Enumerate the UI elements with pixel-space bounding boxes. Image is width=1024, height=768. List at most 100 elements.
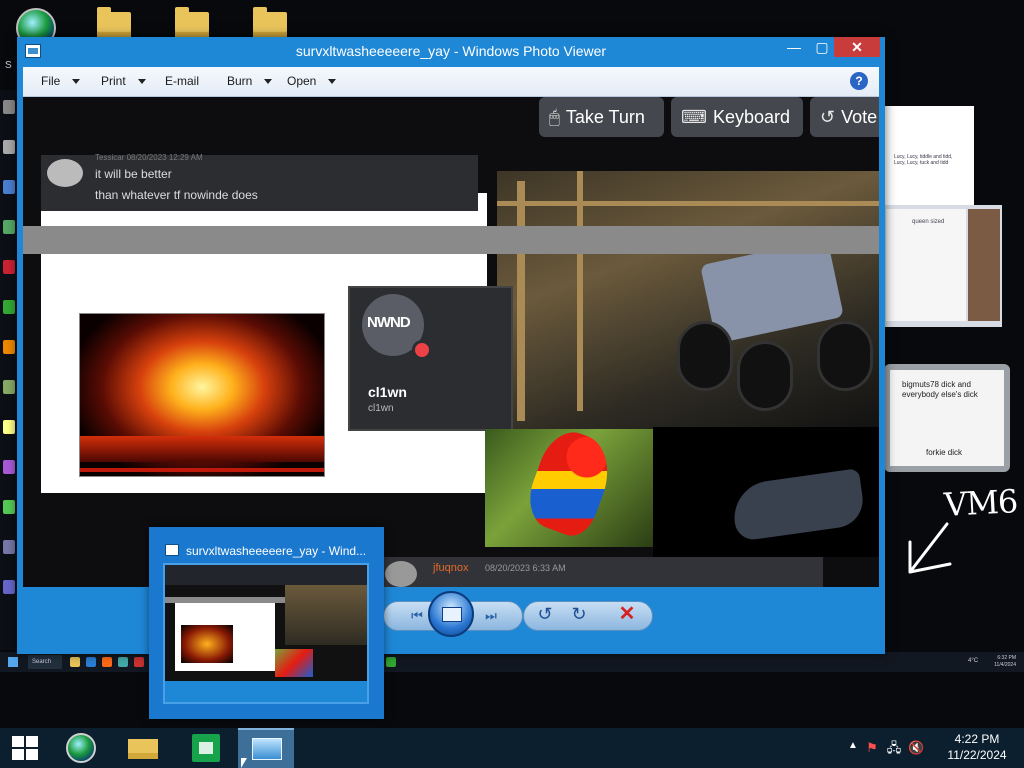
chat-date: 08/20/2023 6:33 AM <box>485 563 566 573</box>
delete-button[interactable]: ✕ <box>615 602 639 626</box>
thumb-toolbar <box>165 565 367 585</box>
button-label: Vote <box>841 107 878 127</box>
avatar <box>385 561 417 587</box>
image-view: 🖱 Take Turn ⌨ Keyboard ↺ Vote Tessicar 08/2… <box>23 97 879 587</box>
maximize-button[interactable]: ▢ <box>809 37 835 57</box>
caret-down-icon <box>328 79 337 85</box>
background-document: Lucy, Lucy, tiddle and tidd, Lucy, Lucy,… <box>884 106 974 206</box>
inner-app-icon[interactable] <box>3 340 15 354</box>
background-window: queen sized <box>884 205 1002 327</box>
desktop-folder-icon[interactable] <box>250 4 290 40</box>
rotate-counterclockwise-button[interactable]: ↺ <box>533 602 557 626</box>
explosion-ground <box>80 436 324 472</box>
clock-time: 4:22 PM <box>954 732 1000 746</box>
truck-wheel <box>677 321 733 391</box>
profile-card: NWND cl1wn cl1wn <box>348 286 513 431</box>
inner-app-icon[interactable] <box>3 580 15 594</box>
inner-firefox-icon[interactable] <box>102 657 112 667</box>
menu-print[interactable]: Print <box>101 67 146 96</box>
inner-app-icon[interactable] <box>3 220 15 234</box>
thumbnail-image[interactable] <box>163 563 369 704</box>
taskbar: ▲ ⚑ 🖧 🔇 4:22 PM 11/22/2024 <box>0 728 1024 768</box>
inner-search-box[interactable]: Search <box>28 655 62 669</box>
clock-date: 11/22/2024 <box>947 748 1007 762</box>
vm-label: VM6 <box>943 482 1019 524</box>
keyboard-button: ⌨ Keyboard <box>671 97 803 137</box>
inner-app-icon[interactable] <box>3 140 15 154</box>
thumbnail-title: survxltwasheeeeere_yay - Wind... <box>186 544 367 558</box>
menu-burn[interactable]: Burn <box>227 67 273 96</box>
network-icon[interactable]: 🖧 <box>886 740 902 756</box>
inner-app-icon[interactable] <box>3 380 15 394</box>
document-caption: Lucy, Lucy, tiddle and tidd, Lucy, Lucy,… <box>894 154 953 166</box>
profile-name: cl1wn <box>368 384 407 400</box>
inner-app-icon[interactable] <box>118 657 128 667</box>
title-bar[interactable]: survxltwasheeeeere_yay - Windows Photo V… <box>17 37 885 66</box>
inner-temp-text: 4°C <box>968 658 979 664</box>
taskbar-file-explorer[interactable] <box>114 728 170 768</box>
windows-logo-icon <box>12 736 38 760</box>
action-center-flag-icon[interactable]: ⚑ <box>864 740 880 756</box>
menu-label: Print <box>101 74 126 88</box>
mouse-icon: 🖱 <box>549 107 560 127</box>
menu-file[interactable]: File <box>41 67 81 96</box>
inner-folder-icon[interactable] <box>70 657 80 667</box>
dark-truck-image <box>653 427 879 557</box>
close-button[interactable]: ✕ <box>834 37 880 57</box>
window-title: survxltwasheeeeere_yay - Windows Photo V… <box>295 43 607 59</box>
handwritten-note: bigmuts78 dick and everybody else's dick… <box>884 364 1010 472</box>
menu-email[interactable]: E-mail <box>165 67 199 96</box>
profile-tag: cl1wn <box>368 403 394 414</box>
inner-app-icon[interactable] <box>3 500 15 514</box>
window-text: queen sized <box>912 219 945 225</box>
slideshow-icon <box>442 607 462 622</box>
start-button[interactable] <box>0 728 50 768</box>
caret-down-icon <box>264 79 273 85</box>
thumb-explosion <box>181 625 233 663</box>
desktop-folder-icon[interactable] <box>94 4 134 40</box>
photo-viewer-window: survxltwasheeeeere_yay - Windows Photo V… <box>17 37 885 654</box>
inner-app-icon[interactable] <box>3 420 15 434</box>
desktop-folder-icon[interactable] <box>172 4 212 40</box>
inner-app-icon[interactable] <box>3 100 15 114</box>
help-icon[interactable]: ? <box>850 72 868 90</box>
minimize-button[interactable]: — <box>781 37 807 57</box>
vote-button: ↺ Vote <box>810 97 879 137</box>
inner-app-icon[interactable] <box>134 657 144 667</box>
thumb-controls <box>165 681 367 702</box>
inner-start-icon[interactable] <box>8 657 18 667</box>
next-button[interactable]: ⏭ <box>476 606 506 626</box>
inner-app-icon[interactable] <box>386 657 396 667</box>
button-label: Take Turn <box>565 107 645 127</box>
inner-app-icon[interactable] <box>3 260 15 274</box>
truck-shape <box>729 468 867 542</box>
taskbar-chrome[interactable] <box>52 728 108 768</box>
caret-down-icon <box>72 79 81 85</box>
inner-app-icon[interactable] <box>3 460 15 474</box>
take-turn-button: 🖱 Take Turn <box>539 97 664 137</box>
parrot-bird <box>520 429 620 542</box>
inner-edge-icon[interactable] <box>86 657 96 667</box>
volume-muted-icon[interactable]: 🔇 <box>908 740 924 756</box>
clock[interactable]: 4:22 PM 11/22/2024 <box>942 731 1012 763</box>
arrow-drawing-icon <box>908 522 952 574</box>
avatar-text: NWND <box>367 314 411 331</box>
mouse-cursor-icon <box>241 758 247 768</box>
taskbar-thumbnail-preview[interactable]: survxltwasheeeeere_yay - Wind... <box>149 527 384 719</box>
inner-app-icon[interactable] <box>3 300 15 314</box>
slideshow-button[interactable] <box>428 591 474 637</box>
chrome-icon <box>66 733 96 763</box>
inner-app-icon[interactable] <box>3 180 15 194</box>
menu-label: Burn <box>227 74 253 88</box>
photo-viewer-app-icon <box>165 544 179 556</box>
show-hidden-icons-button[interactable]: ▲ <box>848 740 858 751</box>
menu-open[interactable]: Open <box>287 67 337 96</box>
taskbar-store[interactable] <box>176 728 232 768</box>
inner-clock: 6:32 PM 11/4/2024 <box>994 655 1016 668</box>
avatar <box>47 159 83 187</box>
chat-text: than whatever tf nowinde does <box>95 188 258 202</box>
explosion-image <box>79 313 325 477</box>
chat-header: Tessicar 08/20/2023 12:29 AM <box>95 153 203 162</box>
rotate-clockwise-button[interactable]: ↻ <box>567 602 591 626</box>
inner-app-icon[interactable] <box>3 540 15 554</box>
